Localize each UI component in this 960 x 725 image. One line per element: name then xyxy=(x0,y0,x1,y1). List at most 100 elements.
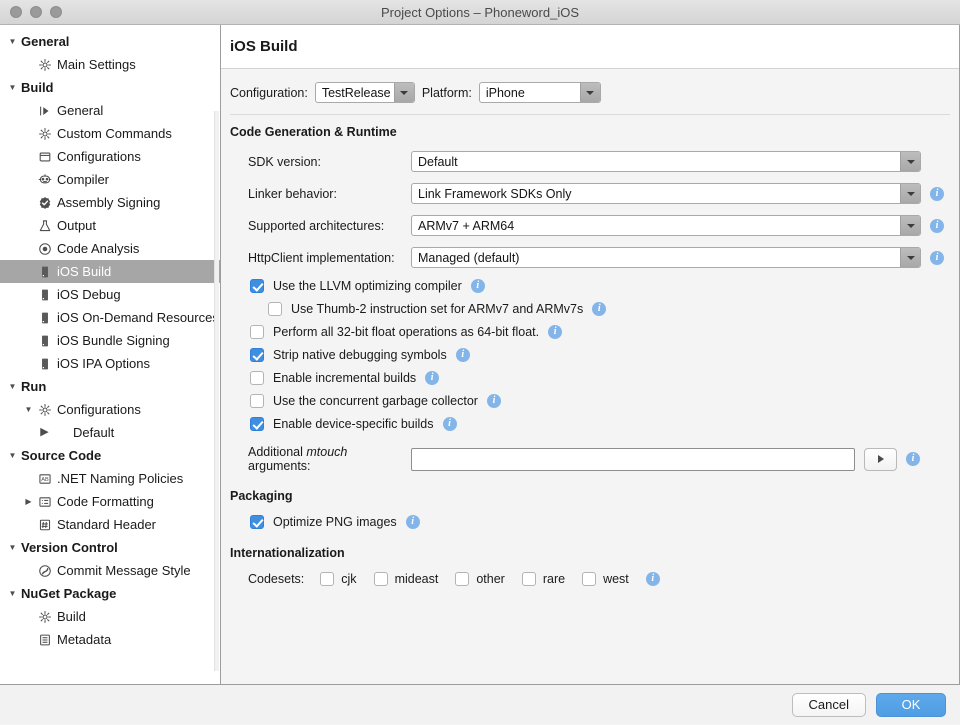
checkbox-row-optimize-png-images[interactable]: Optimize PNG imagesi xyxy=(230,515,959,529)
chevron-down-icon xyxy=(900,248,920,267)
zoom-button[interactable] xyxy=(50,6,62,18)
checkbox-enable-incremental-builds[interactable] xyxy=(250,371,264,385)
sdk-version-dropdown[interactable]: Default xyxy=(411,151,921,172)
codeset-cjk[interactable]: cjk xyxy=(320,572,356,586)
chevron-down-icon[interactable]: ▼ xyxy=(22,406,35,414)
info-icon[interactable]: i xyxy=(487,394,501,408)
chevron-down-icon[interactable]: ▼ xyxy=(6,38,19,46)
codeset-other[interactable]: other xyxy=(455,572,505,586)
codeset-label: mideast xyxy=(395,572,439,586)
ok-button[interactable]: OK xyxy=(876,693,946,717)
info-icon[interactable]: i xyxy=(456,348,470,362)
sidebar-item-code-analysis[interactable]: ▼Code Analysis xyxy=(0,237,220,260)
checkbox-enable-device-specific-builds[interactable] xyxy=(250,417,264,431)
checkbox-use-the-concurrent-garbage-collector[interactable] xyxy=(250,394,264,408)
checkbox-use-thumb-2-instruction-set-for-armv7-an[interactable] xyxy=(268,302,282,316)
checkbox-codeset-west[interactable] xyxy=(582,572,596,586)
checkbox-row-use-thumb-2-instruction-set-for-armv7-an[interactable]: Use Thumb-2 instruction set for ARMv7 an… xyxy=(230,302,959,316)
checkbox-codeset-cjk[interactable] xyxy=(320,572,334,586)
info-icon[interactable]: i xyxy=(646,572,660,586)
checkbox-row-use-the-concurrent-garbage-collector[interactable]: Use the concurrent garbage collectori xyxy=(230,394,959,408)
close-button[interactable] xyxy=(10,6,22,18)
cancel-button[interactable]: Cancel xyxy=(792,693,866,717)
sidebar-item-code-formatting[interactable]: ▶Code Formatting xyxy=(0,490,220,513)
checkbox-row-use-the-llvm-optimizing-compiler[interactable]: Use the LLVM optimizing compileri xyxy=(230,279,959,293)
sidebar-item-ios-debug[interactable]: ▼iOS Debug xyxy=(0,283,220,306)
mtouch-arguments-input[interactable] xyxy=(411,448,855,471)
sidebar-item-custom-commands[interactable]: ▼Custom Commands xyxy=(0,122,220,145)
chevron-right-icon[interactable]: ▶ xyxy=(22,498,35,506)
twisty-spacer: ▼ xyxy=(22,107,35,115)
supported-architectures-dropdown[interactable]: ARMv7 + ARM64 xyxy=(411,215,921,236)
sidebar-item-source-code[interactable]: ▼Source Code xyxy=(0,444,220,467)
twisty-spacer: ▼ xyxy=(22,314,35,322)
sidebar-scrollbar[interactable] xyxy=(214,111,219,671)
info-icon[interactable]: i xyxy=(930,219,944,233)
info-icon[interactable]: i xyxy=(443,417,457,431)
configuration-dropdown[interactable]: TestRelease xyxy=(315,82,415,103)
sidebar-item-ios-build[interactable]: ▼iOS Build xyxy=(0,260,220,283)
sidebar-item-build[interactable]: ▼Build xyxy=(0,76,220,99)
info-icon[interactable]: i xyxy=(425,371,439,385)
info-icon[interactable]: i xyxy=(406,515,420,529)
sidebar-item-general[interactable]: ▼General xyxy=(0,99,220,122)
sidebar-item-compiler[interactable]: ▼Compiler xyxy=(0,168,220,191)
sidebar-item-net-naming-policies[interactable]: ▼AB.NET Naming Policies xyxy=(0,467,220,490)
checkbox-strip-native-debugging-symbols[interactable] xyxy=(250,348,264,362)
sidebar-item-run[interactable]: ▼Run xyxy=(0,375,220,398)
checkbox-row-enable-incremental-builds[interactable]: Enable incremental buildsi xyxy=(230,371,959,385)
platform-dropdown[interactable]: iPhone xyxy=(479,82,601,103)
gear-icon xyxy=(35,403,55,417)
checkbox-optimize-png-images[interactable] xyxy=(250,515,264,529)
sidebar-item-build[interactable]: ▼Build xyxy=(0,605,220,628)
checkbox-use-the-llvm-optimizing-compiler[interactable] xyxy=(250,279,264,293)
checkbox-row-perform-all-32-bit-float-operations-as-6[interactable]: Perform all 32-bit float operations as 6… xyxy=(230,325,959,339)
linker-behavior-dropdown[interactable]: Link Framework SDKs Only xyxy=(411,183,921,204)
mtouch-expand-button[interactable] xyxy=(864,448,897,471)
sidebar-item-ios-bundle-signing[interactable]: ▼iOS Bundle Signing xyxy=(0,329,220,352)
codeset-mideast[interactable]: mideast xyxy=(374,572,439,586)
minimize-button[interactable] xyxy=(30,6,42,18)
device-icon xyxy=(35,334,55,348)
info-icon[interactable]: i xyxy=(906,452,920,466)
sidebar-item-default[interactable]: ▶Default xyxy=(0,421,220,444)
httpclient-implementation-dropdown[interactable]: Managed (default) xyxy=(411,247,921,268)
info-icon[interactable]: i xyxy=(930,187,944,201)
sidebar-item-configurations[interactable]: ▼Configurations xyxy=(0,145,220,168)
sidebar-item-general[interactable]: ▼General xyxy=(0,30,220,53)
codeset-rare[interactable]: rare xyxy=(522,572,565,586)
chevron-down-icon[interactable]: ▼ xyxy=(6,84,19,92)
sidebar-item-main-settings[interactable]: ▼Main Settings xyxy=(0,53,220,76)
checkbox-codeset-other[interactable] xyxy=(455,572,469,586)
info-icon[interactable]: i xyxy=(548,325,562,339)
chevron-down-icon[interactable]: ▼ xyxy=(6,452,19,460)
sidebar-item-version-control[interactable]: ▼Version Control xyxy=(0,536,220,559)
sidebar-item-label: iOS Debug xyxy=(55,287,121,302)
play-triangle-icon xyxy=(878,455,884,463)
sidebar-item-output[interactable]: ▼Output xyxy=(0,214,220,237)
codeset-label: west xyxy=(603,572,629,586)
checkbox-codeset-rare[interactable] xyxy=(522,572,536,586)
sidebar-item-commit-message-style[interactable]: ▼Commit Message Style xyxy=(0,559,220,582)
sidebar-item-assembly-signing[interactable]: ▼Assembly Signing xyxy=(0,191,220,214)
codeset-label: cjk xyxy=(341,572,356,586)
sidebar-item-nuget-package[interactable]: ▼NuGet Package xyxy=(0,582,220,605)
sidebar-item-configurations[interactable]: ▼Configurations xyxy=(0,398,220,421)
checkbox-perform-all-32-bit-float-operations-as-6[interactable] xyxy=(250,325,264,339)
sidebar-item-ios-on-demand-resources[interactable]: ▼iOS On-Demand Resources xyxy=(0,306,220,329)
info-icon[interactable]: i xyxy=(592,302,606,316)
info-icon[interactable]: i xyxy=(930,251,944,265)
chevron-down-icon[interactable]: ▼ xyxy=(6,590,19,598)
chevron-down-icon[interactable]: ▼ xyxy=(6,383,19,391)
checkbox-row-enable-device-specific-builds[interactable]: Enable device-specific buildsi xyxy=(230,417,959,431)
sidebar-item-standard-header[interactable]: ▼Standard Header xyxy=(0,513,220,536)
chevron-right-icon[interactable]: ▶ xyxy=(38,427,51,438)
sidebar-item-metadata[interactable]: ▼Metadata xyxy=(0,628,220,651)
info-icon[interactable]: i xyxy=(471,279,485,293)
settings-sidebar[interactable]: ▼General▼Main Settings▼Build▼General▼Cus… xyxy=(0,25,221,684)
chevron-down-icon[interactable]: ▼ xyxy=(6,544,19,552)
checkbox-codeset-mideast[interactable] xyxy=(374,572,388,586)
sidebar-item-ios-ipa-options[interactable]: ▼iOS IPA Options xyxy=(0,352,220,375)
codeset-west[interactable]: west xyxy=(582,572,629,586)
checkbox-row-strip-native-debugging-symbols[interactable]: Strip native debugging symbolsi xyxy=(230,348,959,362)
